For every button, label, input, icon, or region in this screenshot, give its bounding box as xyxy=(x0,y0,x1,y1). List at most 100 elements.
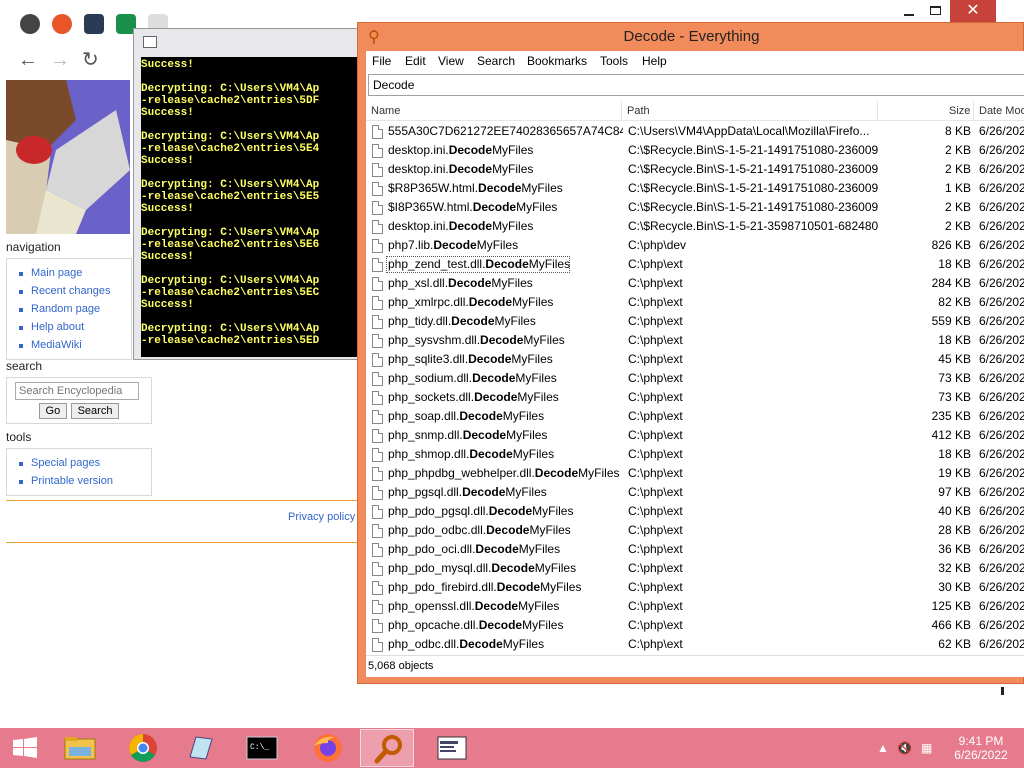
column-header-path[interactable]: Path xyxy=(627,105,650,117)
tools-link-special-pages[interactable]: Special pages xyxy=(17,454,145,472)
file-name-prefix: php_pgsql.dll. xyxy=(388,485,463,499)
table-row[interactable]: php_snmp.dll.DecodeMyFiles C:\php\ext 412 … xyxy=(366,426,1024,445)
menu-bookmarks[interactable]: Bookmarks xyxy=(527,54,587,68)
table-row[interactable]: $I8P365W.html.DecodeMyFiles C:\$Recycle.B… xyxy=(366,198,1024,217)
table-row[interactable]: php_sysvshm.dll.DecodeMyFiles C:\php\ext 1… xyxy=(366,331,1024,350)
wiki-logo-image[interactable] xyxy=(6,80,130,234)
speaker-muted-icon[interactable]: 🔇 xyxy=(897,741,912,755)
menu-tools[interactable]: Tools xyxy=(600,54,628,68)
search-button[interactable]: Search xyxy=(70,403,120,419)
command-prompt-icon[interactable]: C:\_ xyxy=(235,729,289,767)
file-icon xyxy=(372,505,383,519)
start-icon[interactable] xyxy=(0,729,50,767)
file-date-modified: 6/26/202 xyxy=(979,466,1024,480)
table-row[interactable]: php7.lib.DecodeMyFiles C:\php\dev 826 KB 6/… xyxy=(366,236,1024,255)
console-window[interactable]: Success! Decrypting: C:\Users\VM4\Ap -rele… xyxy=(133,28,359,360)
column-divider[interactable] xyxy=(621,101,622,121)
screenshot-tool-icon[interactable] xyxy=(425,729,479,767)
network-icon[interactable]: ▦ xyxy=(921,741,932,755)
minimize-button[interactable] xyxy=(903,4,915,18)
file-size: 18 KB xyxy=(938,333,971,347)
close-button[interactable]: ✕ xyxy=(950,0,996,22)
file-name-match: Decode xyxy=(486,523,530,537)
table-row[interactable]: desktop.ini.DecodeMyFiles C:\$Recycle.Bin… xyxy=(366,141,1024,160)
menu-file[interactable]: File xyxy=(372,54,391,68)
nav-link-help-about[interactable]: Help about xyxy=(17,318,125,336)
table-row[interactable]: php_pgsql.dll.DecodeMyFiles C:\php\ext 97 … xyxy=(366,483,1024,502)
table-row[interactable]: php_pdo_oci.dll.DecodeMyFiles C:\php\ext 3… xyxy=(366,540,1024,559)
table-row[interactable]: desktop.ini.DecodeMyFiles C:\$Recycle.Bin… xyxy=(366,160,1024,179)
file-size: 19 KB xyxy=(938,466,971,480)
file-name-match: Decode xyxy=(462,428,507,442)
menu-help[interactable]: Help xyxy=(642,54,667,68)
column-header-date-modified[interactable]: Date Mod xyxy=(979,105,1024,117)
system-clock[interactable]: 9:41 PM 6/26/2022 xyxy=(946,734,1016,762)
table-row[interactable]: php_soap.dll.DecodeMyFiles C:\php\ext 235 … xyxy=(366,407,1024,426)
navigation-heading: navigation xyxy=(6,240,61,254)
file-path: C:\$Recycle.Bin\S-1-5-21-3598710501-6824… xyxy=(628,219,878,233)
table-row[interactable]: php_xsl.dll.DecodeMyFiles C:\php\ext 284 K… xyxy=(366,274,1024,293)
results-list[interactable]: 555A30C7D621272EE74028365657A74C84F... C:… xyxy=(366,122,1024,652)
browser-toolbar: ← → ↻ xyxy=(0,44,140,78)
chrome-icon[interactable] xyxy=(116,729,170,767)
menu-view[interactable]: View xyxy=(438,54,464,68)
file-date-modified: 6/26/202 xyxy=(979,428,1024,442)
file-name-suffix: MyFiles xyxy=(502,637,545,651)
column-divider[interactable] xyxy=(877,101,878,121)
column-header-size[interactable]: Size xyxy=(949,105,970,117)
table-row[interactable]: php_sodium.dll.DecodeMyFiles C:\php\ext 73… xyxy=(366,369,1024,388)
tab-favicon-icon[interactable] xyxy=(52,14,72,34)
maximize-button[interactable] xyxy=(930,6,941,15)
table-row[interactable]: php_zend_test.dll.DecodeMyFiles C:\php\ex… xyxy=(366,255,1024,274)
file-name-suffix: MyFiles xyxy=(492,143,534,157)
privacy-policy-link[interactable]: Privacy policy xyxy=(288,511,355,523)
tools-link-printable-version[interactable]: Printable version xyxy=(17,472,145,490)
scrollbar-marker[interactable] xyxy=(1001,687,1004,695)
column-header-name[interactable]: Name xyxy=(371,105,400,117)
table-row[interactable]: php_tidy.dll.DecodeMyFiles C:\php\ext 559 … xyxy=(366,312,1024,331)
menu-edit[interactable]: Edit xyxy=(405,54,426,68)
reload-icon[interactable]: ↻ xyxy=(82,50,99,70)
wiki-search-input[interactable] xyxy=(15,382,139,400)
console-output[interactable]: Success! Decrypting: C:\Users\VM4\Ap -rele… xyxy=(141,57,359,357)
table-row[interactable]: 555A30C7D621272EE74028365657A74C84F... C:… xyxy=(366,122,1024,141)
table-row[interactable]: php_openssl.dll.DecodeMyFiles C:\php\ext 1… xyxy=(366,597,1024,616)
tab-favicon-icon[interactable] xyxy=(84,14,104,34)
nav-link-random-page[interactable]: Random page xyxy=(17,300,125,318)
file-explorer-icon[interactable] xyxy=(53,729,107,767)
file-name-match: Decode xyxy=(485,257,529,271)
everything-window[interactable]: ⚲ Decode - Everything File Edit View Sea… xyxy=(357,22,1024,695)
table-row[interactable]: php_pdo_mysql.dll.DecodeMyFiles C:\php\ex… xyxy=(366,559,1024,578)
table-row[interactable]: php_sockets.dll.DecodeMyFiles C:\php\ext 7… xyxy=(366,388,1024,407)
nav-link-recent-changes[interactable]: Recent changes xyxy=(17,282,125,300)
table-row[interactable]: desktop.ini.DecodeMyFiles C:\$Recycle.Bin… xyxy=(366,217,1024,236)
column-divider[interactable] xyxy=(973,101,974,121)
nav-link-main-page[interactable]: Main page xyxy=(17,264,125,282)
table-row[interactable]: php_sqlite3.dll.DecodeMyFiles C:\php\ext 4… xyxy=(366,350,1024,369)
everything-icon[interactable] xyxy=(360,729,414,767)
file-icon xyxy=(372,391,383,405)
back-icon[interactable]: ← xyxy=(18,50,38,70)
everything-search-input[interactable]: Decode xyxy=(368,74,1024,96)
nav-link-mediawiki[interactable]: MediaWiki xyxy=(17,336,125,354)
forward-icon[interactable]: → xyxy=(50,50,70,70)
go-button[interactable]: Go xyxy=(38,403,68,419)
table-row[interactable]: php_opcache.dll.DecodeMyFiles C:\php\ext 4… xyxy=(366,616,1024,635)
table-row[interactable]: php_odbc.dll.DecodeMyFiles C:\php\ext 62 K… xyxy=(366,635,1024,652)
tab-favicon-icon[interactable] xyxy=(20,14,40,34)
everything-title-bar[interactable]: ⚲ Decode - Everything xyxy=(358,23,1024,51)
table-row[interactable]: $R8P365W.html.DecodeMyFiles C:\$Recycle.B… xyxy=(366,179,1024,198)
notepad-icon[interactable] xyxy=(174,729,228,767)
table-row[interactable]: php_pdo_pgsql.dll.DecodeMyFiles C:\php\ex… xyxy=(366,502,1024,521)
file-icon xyxy=(372,638,383,652)
firefox-icon[interactable] xyxy=(301,729,355,767)
table-row[interactable]: php_phpdbg_webhelper.dll.DecodeMyFiles C:… xyxy=(366,464,1024,483)
menu-search[interactable]: Search xyxy=(477,54,515,68)
table-row[interactable]: php_xmlrpc.dll.DecodeMyFiles C:\php\ext 82… xyxy=(366,293,1024,312)
file-date-modified: 6/26/202 xyxy=(979,257,1024,271)
table-row[interactable]: php_shmop.dll.DecodeMyFiles C:\php\ext 18 … xyxy=(366,445,1024,464)
table-row[interactable]: php_pdo_firebird.dll.DecodeMyFiles C:\php… xyxy=(366,578,1024,597)
show-hidden-icons-icon[interactable]: ▲ xyxy=(877,741,889,755)
file-name-match: Decode xyxy=(448,143,493,157)
table-row[interactable]: php_pdo_odbc.dll.DecodeMyFiles C:\php\ext… xyxy=(366,521,1024,540)
